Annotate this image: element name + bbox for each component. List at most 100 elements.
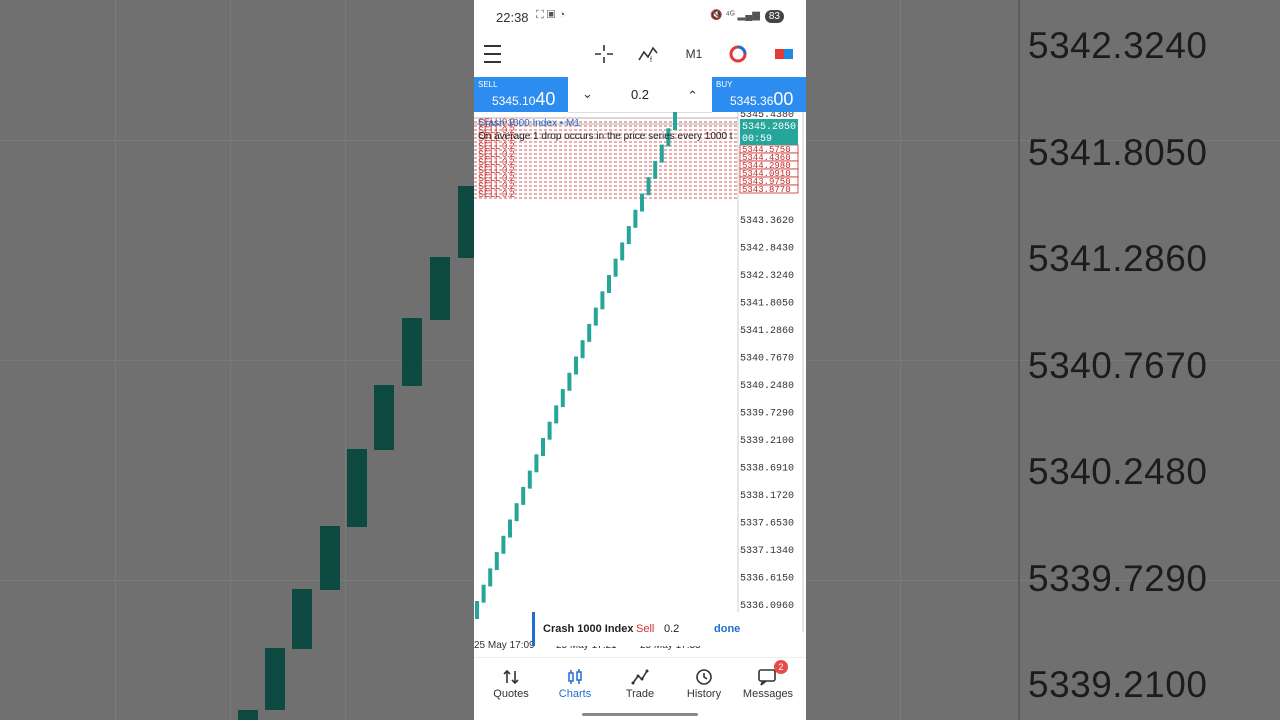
bg-candle bbox=[238, 710, 258, 720]
volume-control: ⌄ 0.2 ⌃ bbox=[568, 77, 712, 113]
bg-candle bbox=[430, 257, 450, 320]
buy-price-big: 00 bbox=[773, 89, 794, 109]
price-axis-label: 5340.7670 bbox=[740, 354, 794, 365]
timeframe-button[interactable]: M1 bbox=[680, 42, 708, 66]
trade-line-icon bbox=[608, 666, 672, 688]
sell-button[interactable]: SELL 5345.1040 bbox=[474, 77, 568, 112]
nav-messages[interactable]: 2 Messages bbox=[736, 660, 800, 700]
nav-history[interactable]: History bbox=[672, 666, 736, 700]
bg-axis-separator bbox=[1018, 0, 1020, 720]
price-axis-label: 5340.2480 bbox=[740, 381, 794, 392]
price-axis-label: 5339.7290 bbox=[740, 409, 794, 420]
candles-icon bbox=[543, 666, 607, 688]
indicator-icon[interactable]: f bbox=[636, 42, 660, 66]
arrows-updown-icon bbox=[479, 666, 543, 688]
svg-text:f: f bbox=[650, 57, 652, 64]
candle bbox=[541, 438, 545, 456]
candle bbox=[607, 275, 611, 293]
candle bbox=[488, 568, 493, 587]
price-axis-label: 5336.6150 bbox=[740, 574, 794, 585]
bg-candle bbox=[402, 318, 422, 386]
status-signal-icons: 🔇 ⁴ᴳ ▂▄▆ bbox=[710, 10, 760, 21]
nav-label: History bbox=[686, 688, 722, 700]
candle bbox=[574, 356, 578, 375]
candle bbox=[646, 177, 651, 196]
candle bbox=[494, 552, 499, 571]
candle bbox=[633, 209, 638, 228]
candle bbox=[620, 242, 625, 261]
nav-quotes[interactable]: Quotes bbox=[479, 666, 543, 700]
price-axis-label: 5338.6910 bbox=[740, 464, 794, 475]
one-click-trading-icon[interactable] bbox=[772, 42, 796, 66]
nav-trade[interactable]: Trade bbox=[608, 666, 672, 700]
candle bbox=[580, 340, 585, 359]
price-axis-label: 5338.1720 bbox=[740, 491, 794, 502]
history-clock-icon bbox=[672, 666, 736, 688]
price-chart[interactable]: 5345.4380 5343.3620 5342.8430 5342.3240 5341… bbox=[474, 112, 806, 632]
popup-done-button[interactable]: done bbox=[714, 623, 740, 635]
current-price-text: 5345.2050 bbox=[742, 122, 796, 133]
candle bbox=[587, 323, 592, 342]
home-indicator[interactable] bbox=[582, 713, 698, 716]
chart-canvas[interactable]: 5345.43805343.36205342.84305342.32405341… bbox=[474, 112, 806, 632]
status-bar: 22:38 ⛶ ▣ ◔ 🔇 ⁴ᴳ ▂▄▆ 83 bbox=[474, 0, 806, 34]
sell-price-big: 40 bbox=[535, 89, 556, 109]
messages-badge: 2 bbox=[774, 660, 788, 674]
nav-label: Messages bbox=[742, 688, 794, 700]
bg-price-label: 5341.2860 bbox=[1028, 238, 1208, 279]
popup-volume: 0.2 bbox=[664, 623, 680, 635]
objects-icon[interactable] bbox=[726, 42, 750, 66]
price-axis-label: 5341.2860 bbox=[740, 326, 794, 337]
buy-button[interactable]: BUY 5345.3600 bbox=[712, 77, 806, 112]
chart-toolbar: f M1 bbox=[474, 34, 806, 74]
candle bbox=[547, 421, 552, 440]
nav-charts[interactable]: Charts bbox=[543, 666, 607, 700]
candle bbox=[567, 372, 572, 391]
buy-price-prefix: 5345.36 bbox=[730, 94, 774, 108]
popup-symbol: Crash 1000 Index bbox=[543, 623, 634, 635]
bg-candle bbox=[347, 449, 367, 527]
candle bbox=[560, 389, 565, 408]
volume-increase-button[interactable]: ⌃ bbox=[687, 88, 698, 104]
battery-icon: 83 bbox=[764, 10, 784, 23]
candle bbox=[626, 226, 631, 245]
candle bbox=[554, 405, 559, 424]
sell-price: 5345.1040 bbox=[492, 89, 555, 110]
bg-candle bbox=[265, 648, 285, 710]
buy-label: BUY bbox=[716, 80, 733, 89]
price-axis-label: 5343.3620 bbox=[740, 216, 794, 227]
chart-info-line: On average 1 drop occurs in the price se… bbox=[478, 131, 733, 142]
status-notification-icons: ⛶ ▣ ◔ bbox=[536, 9, 566, 21]
price-axis-label: 5342.3240 bbox=[740, 271, 794, 282]
price-axis-label: 5342.8430 bbox=[740, 244, 794, 255]
crosshair-icon[interactable] bbox=[592, 42, 616, 66]
menu-icon[interactable] bbox=[482, 42, 502, 66]
candle bbox=[508, 519, 512, 538]
order-confirmation-popup: Crash 1000 Index Sell 0.2 done bbox=[532, 612, 749, 646]
candle bbox=[475, 601, 479, 619]
bg-candle bbox=[292, 589, 312, 649]
phone-screen: 22:38 ⛶ ▣ ◔ 🔇 ⁴ᴳ ▂▄▆ 83 f M1 SELL 5345.1… bbox=[474, 0, 806, 720]
sell-label: SELL bbox=[478, 80, 498, 89]
price-axis-label: 5339.2100 bbox=[740, 436, 794, 447]
candle bbox=[659, 144, 664, 163]
one-click-trade-panel: SELL 5345.1040 ⌄ 0.2 ⌃ BUY 5345.3600 bbox=[474, 77, 806, 113]
bg-price-label: 5339.2100 bbox=[1028, 664, 1208, 705]
time-axis-label: 25 May 17:09 bbox=[474, 640, 535, 651]
bg-price-label: 5339.7290 bbox=[1028, 558, 1208, 599]
candle bbox=[653, 160, 658, 179]
bg-price-label: 5340.7670 bbox=[1028, 345, 1208, 386]
price-axis-label: 5337.6530 bbox=[740, 519, 794, 530]
bg-candle bbox=[320, 526, 340, 590]
bg-price-label: 5340.2480 bbox=[1028, 451, 1208, 492]
candle bbox=[521, 486, 526, 505]
sell-order-label: SELL 0.2 bbox=[478, 189, 515, 199]
status-time: 22:38 bbox=[496, 10, 529, 25]
bg-price-label: 5342.3240 bbox=[1028, 25, 1208, 66]
nav-label: Charts bbox=[558, 688, 592, 700]
price-axis-label: 5337.1340 bbox=[740, 546, 794, 557]
nav-label: Quotes bbox=[493, 688, 529, 700]
candle bbox=[501, 535, 506, 554]
candle bbox=[613, 258, 618, 277]
messages-icon: 2 bbox=[736, 660, 800, 688]
